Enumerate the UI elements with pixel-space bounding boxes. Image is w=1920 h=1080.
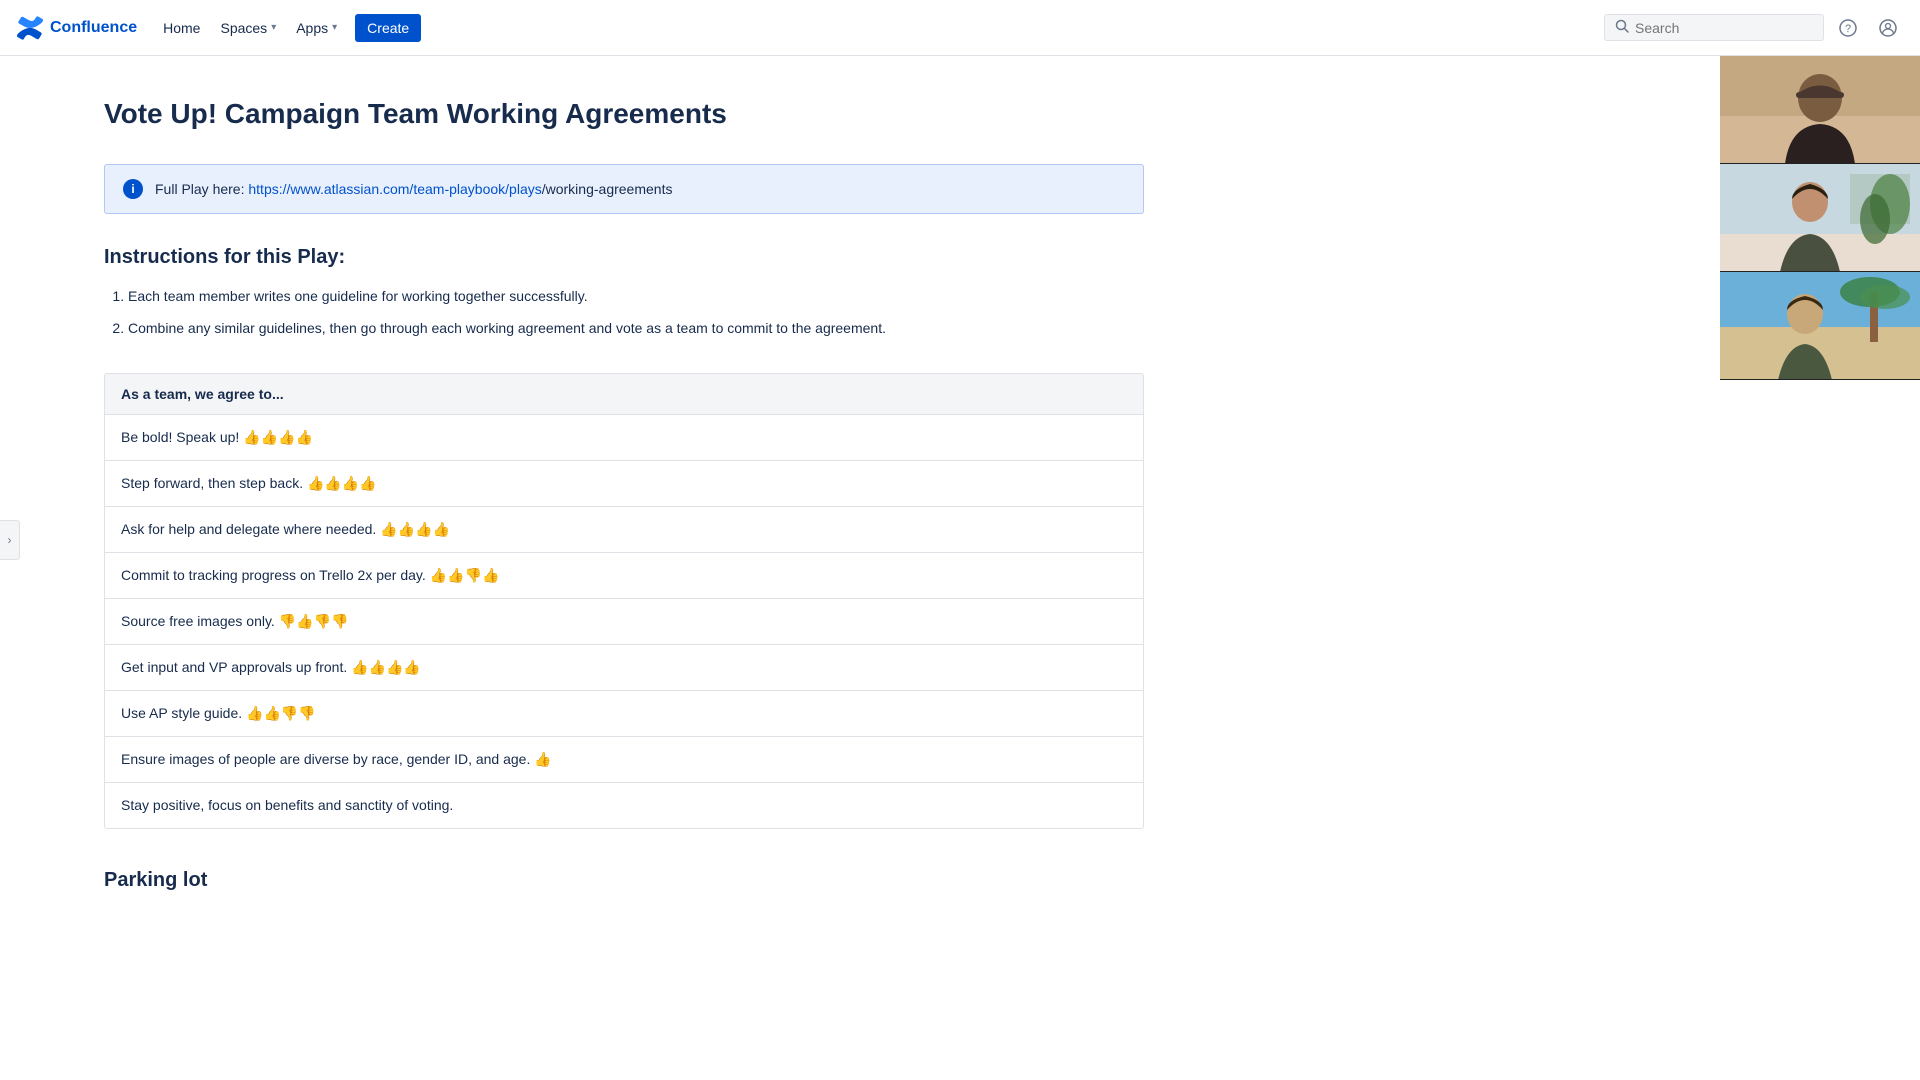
nav-home[interactable]: Home: [153, 14, 210, 42]
help-button[interactable]: ?: [1832, 12, 1864, 44]
confluence-logo[interactable]: Confluence: [16, 14, 137, 42]
agreement-row: Source free images only. 👎👍👎👎: [105, 599, 1143, 645]
agreement-row: Use AP style guide. 👍👍👎👎: [105, 691, 1143, 737]
home-label: Home: [163, 20, 200, 36]
spaces-chevron-icon: ▾: [271, 22, 276, 33]
agreement-row: Ensure images of people are diverse by r…: [105, 737, 1143, 783]
instructions-title: Instructions for this Play:: [104, 246, 1144, 269]
main-content: Vote Up! Campaign Team Working Agreement…: [24, 56, 1224, 972]
video-placeholder-1: [1720, 56, 1920, 163]
logo-label: Confluence: [50, 19, 137, 37]
search-input[interactable]: [1635, 20, 1813, 36]
sign-in-button[interactable]: [1872, 12, 1904, 44]
info-text: Full Play here: https://www.atlassian.co…: [155, 181, 672, 197]
video-cell-3: [1720, 272, 1920, 380]
instruction-item-2: Combine any similar guidelines, then go …: [128, 317, 1144, 341]
svg-text:?: ?: [1845, 23, 1851, 35]
apps-label: Apps: [296, 20, 328, 36]
video-placeholder-3: [1720, 272, 1920, 379]
info-text-before: Full Play here:: [155, 181, 248, 197]
search-box[interactable]: [1604, 14, 1824, 41]
instruction-item-1: Each team member writes one guideline fo…: [128, 285, 1144, 309]
info-text-after: /working-agreements: [542, 181, 673, 197]
agreement-header: As a team, we agree to...: [105, 374, 1143, 415]
sidebar-toggle[interactable]: ›: [0, 520, 20, 560]
video-cell-1: [1720, 56, 1920, 164]
info-link[interactable]: https://www.atlassian.com/team-playbook/…: [248, 181, 541, 197]
video-cell-2: [1720, 164, 1920, 272]
agreement-row: Commit to tracking progress on Trello 2x…: [105, 553, 1143, 599]
top-navigation: Confluence Home Spaces ▾ Apps ▾ Create ?: [0, 0, 1920, 56]
video-panel: [1720, 56, 1920, 380]
agreement-table: As a team, we agree to... Be bold! Speak…: [104, 373, 1144, 829]
agreement-row: Step forward, then step back. 👍👍👍👍: [105, 461, 1143, 507]
nav-apps[interactable]: Apps ▾: [286, 14, 347, 42]
parking-lot-title: Parking lot: [104, 869, 1144, 892]
instructions-list: Each team member writes one guideline fo…: [104, 285, 1144, 341]
info-icon: i: [123, 179, 143, 199]
apps-chevron-icon: ▾: [332, 22, 337, 33]
chevron-right-icon: ›: [8, 533, 12, 547]
nav-spaces[interactable]: Spaces ▾: [210, 14, 286, 42]
create-button[interactable]: Create: [355, 14, 421, 42]
agreement-row: Be bold! Speak up! 👍👍👍👍: [105, 415, 1143, 461]
info-panel: i Full Play here: https://www.atlassian.…: [104, 164, 1144, 214]
spaces-label: Spaces: [220, 20, 267, 36]
nav-right: ?: [1604, 12, 1904, 44]
video-placeholder-2: [1720, 164, 1920, 271]
agreement-row: Get input and VP approvals up front. 👍👍👍…: [105, 645, 1143, 691]
page-title: Vote Up! Campaign Team Working Agreement…: [104, 96, 1144, 132]
agreement-row: Ask for help and delegate where needed. …: [105, 507, 1143, 553]
agreement-row: Stay positive, focus on benefits and san…: [105, 783, 1143, 828]
search-icon: [1615, 19, 1629, 36]
